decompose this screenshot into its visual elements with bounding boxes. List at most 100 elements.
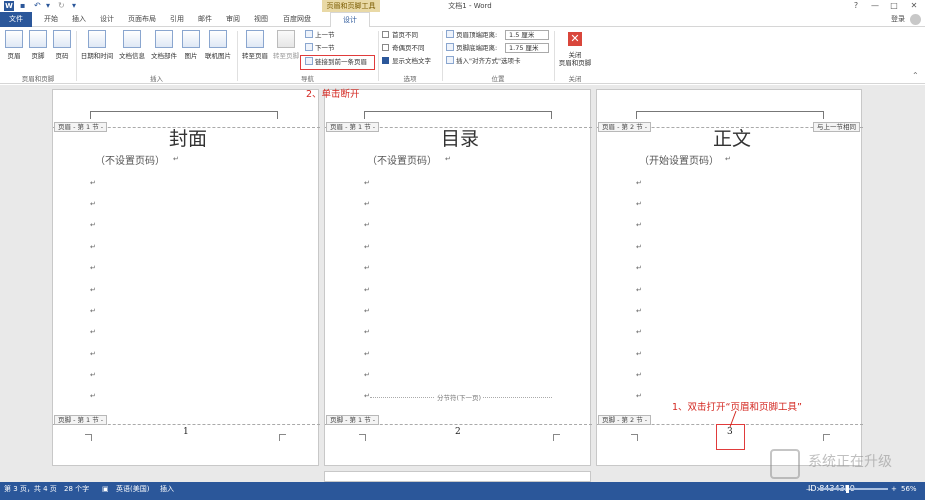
undo-dropdown-icon[interactable]: ▾ xyxy=(46,1,50,10)
header-rule-tick xyxy=(551,112,552,119)
tab-page-layout[interactable]: 页面布局 xyxy=(122,12,162,27)
paragraph-mark: ↵ xyxy=(636,243,642,251)
paragraph-mark: ↵ xyxy=(364,200,370,208)
page-title: 封面 xyxy=(168,128,207,150)
header-rule xyxy=(90,111,278,112)
minimize-button[interactable]: — xyxy=(866,0,884,12)
footer-icon xyxy=(29,30,47,48)
close-header-footer-button[interactable]: 关闭 页眉和页脚 xyxy=(556,51,594,67)
zoom-slider[interactable] xyxy=(818,488,888,490)
header-footer-tools-context-label: 页眉和页脚工具 xyxy=(322,0,380,12)
show-document-text-checkbox[interactable]: 显示文档文字 xyxy=(382,56,431,66)
status-insert-mode[interactable]: 插入 xyxy=(160,482,174,496)
page-title: 正文 xyxy=(712,128,751,150)
online-picture-icon xyxy=(209,30,227,48)
page-title: 目录 xyxy=(440,128,479,150)
zoom-in-icon[interactable]: + xyxy=(891,482,897,496)
header-rule-tick xyxy=(364,112,365,119)
tab-view[interactable]: 视图 xyxy=(248,12,274,27)
tab-review[interactable]: 审阅 xyxy=(220,12,246,27)
header-icon xyxy=(5,30,23,48)
paragraph-mark: ↵ xyxy=(90,392,96,400)
goto-footer-button[interactable]: 转至页脚 xyxy=(271,30,301,60)
paragraph-mark: ↵ xyxy=(173,155,179,163)
tab-header-footer-design[interactable]: 设计 xyxy=(330,12,370,28)
paragraph-mark: ↵ xyxy=(636,264,642,272)
header-position-icon xyxy=(446,30,454,38)
proofing-icon[interactable]: ▣ xyxy=(102,482,109,496)
paragraph-mark: ↵ xyxy=(636,200,642,208)
document-area: 页眉 - 第 1 节 - 封面 （不设置页码） ↵ ↵ ↵ ↵ ↵ ↵ ↵ ↵ … xyxy=(0,85,925,482)
goto-header-button[interactable]: 转至页眉 xyxy=(240,30,270,60)
page-cover[interactable]: 页眉 - 第 1 节 - 封面 （不设置页码） ↵ ↵ ↵ ↵ ↵ ↵ ↵ ↵ … xyxy=(52,89,320,466)
tab-mailings[interactable]: 邮件 xyxy=(192,12,218,27)
group-label-insert: 插入 xyxy=(150,75,163,83)
tab-baidu-netdisk[interactable]: 百度网盘 xyxy=(278,12,316,27)
paragraph-mark: ↵ xyxy=(90,264,96,272)
zoom-slider-knob[interactable] xyxy=(846,485,849,493)
header-rule xyxy=(364,111,552,112)
page-next-partial[interactable] xyxy=(324,471,591,482)
close-header-footer-icon[interactable]: ✕ xyxy=(568,32,582,46)
picture-button[interactable]: 图片 xyxy=(181,30,201,60)
goto-header-icon xyxy=(246,30,264,48)
paragraph-mark: ↵ xyxy=(445,155,451,163)
header-rule-tick xyxy=(636,112,637,119)
page-toc[interactable]: 页眉 - 第 1 节 - 目录 （不设置页码） ↵ ↵ ↵ ↵ ↵ ↵ ↵ ↵ … xyxy=(324,89,592,466)
quick-parts-button[interactable]: 文档部件 xyxy=(149,30,179,60)
user-avatar-icon[interactable] xyxy=(910,14,921,25)
different-first-page-checkbox[interactable]: 首页不同 xyxy=(382,30,418,40)
group-label-options: 选项 xyxy=(403,75,417,83)
header-button[interactable]: 页眉 xyxy=(4,30,24,60)
tab-insert[interactable]: 插入 xyxy=(66,12,92,27)
status-word-count[interactable]: 28 个字 xyxy=(64,482,89,496)
ribbon-tabs: 文件 开始 插入 设计 页面布局 引用 邮件 审阅 视图 百度网盘 设计 登录 xyxy=(0,12,925,28)
footer-bottom-distance-label: 页脚底端距离: xyxy=(446,43,497,53)
zoom-out-icon[interactable]: — xyxy=(806,482,813,496)
date-time-button[interactable]: 日期和时间 xyxy=(80,30,114,60)
tab-design[interactable]: 设计 xyxy=(94,12,120,27)
paragraph-mark: ↵ xyxy=(636,307,642,315)
ribbon-separator xyxy=(378,31,379,81)
online-picture-button[interactable]: 联机图片 xyxy=(203,30,233,60)
footer-section-tag: 页脚 - 第 1 节 - xyxy=(326,415,380,425)
header-rule xyxy=(636,111,824,112)
header-top-distance-input[interactable]: 1.5 厘米 xyxy=(505,30,549,40)
document-info-button[interactable]: 文档信息 xyxy=(117,30,147,60)
undo-icon[interactable]: ↶ xyxy=(34,1,41,10)
tab-home[interactable]: 开始 xyxy=(38,12,64,27)
annotation-step-2: 2、单击断开 xyxy=(306,89,360,100)
different-odd-even-checkbox[interactable]: 奇偶页不同 xyxy=(382,43,425,53)
customize-quick-access-icon[interactable]: ▾ xyxy=(72,1,76,10)
page-number-button[interactable]: 页码 xyxy=(52,30,72,60)
status-language[interactable]: 英语(美国) xyxy=(116,482,149,496)
paragraph-mark: ↵ xyxy=(636,286,642,294)
save-icon[interactable]: ▪ xyxy=(20,1,25,10)
footer-bottom-distance-input[interactable]: 1.75 厘米 xyxy=(505,43,549,53)
header-rule-tick xyxy=(277,112,278,119)
margin-corner-mark xyxy=(823,434,830,441)
tab-file[interactable]: 文件 xyxy=(0,12,32,27)
insert-alignment-tab-button[interactable]: 插入"对齐方式"选项卡 xyxy=(446,56,520,66)
next-section-button[interactable]: 下一节 xyxy=(305,43,335,53)
tab-references[interactable]: 引用 xyxy=(164,12,190,27)
redo-icon[interactable]: ↻ xyxy=(58,1,65,10)
calendar-icon xyxy=(88,30,106,48)
login-link[interactable]: 登录 xyxy=(891,12,905,27)
maximize-button[interactable]: □ xyxy=(885,0,903,12)
ribbon-separator xyxy=(442,31,443,81)
paragraph-mark: ↵ xyxy=(90,350,96,358)
picture-icon xyxy=(182,30,200,48)
previous-section-button[interactable]: 上一节 xyxy=(305,30,335,40)
help-button[interactable]: ? xyxy=(847,0,865,12)
collapse-ribbon-icon[interactable]: ⌃ xyxy=(912,71,919,80)
zoom-level[interactable]: 56% xyxy=(901,482,917,496)
paragraph-mark: ↵ xyxy=(90,221,96,229)
paragraph-mark: ↵ xyxy=(90,179,96,187)
footer-button[interactable]: 页脚 xyxy=(28,30,48,60)
goto-footer-icon xyxy=(277,30,295,48)
same-as-previous-tag: 与上一节相同 xyxy=(813,122,860,132)
close-window-button[interactable]: ✕ xyxy=(905,0,923,12)
status-page[interactable]: 第 3 页，共 4 页 xyxy=(4,482,57,496)
watermark-logo-icon xyxy=(770,449,800,479)
